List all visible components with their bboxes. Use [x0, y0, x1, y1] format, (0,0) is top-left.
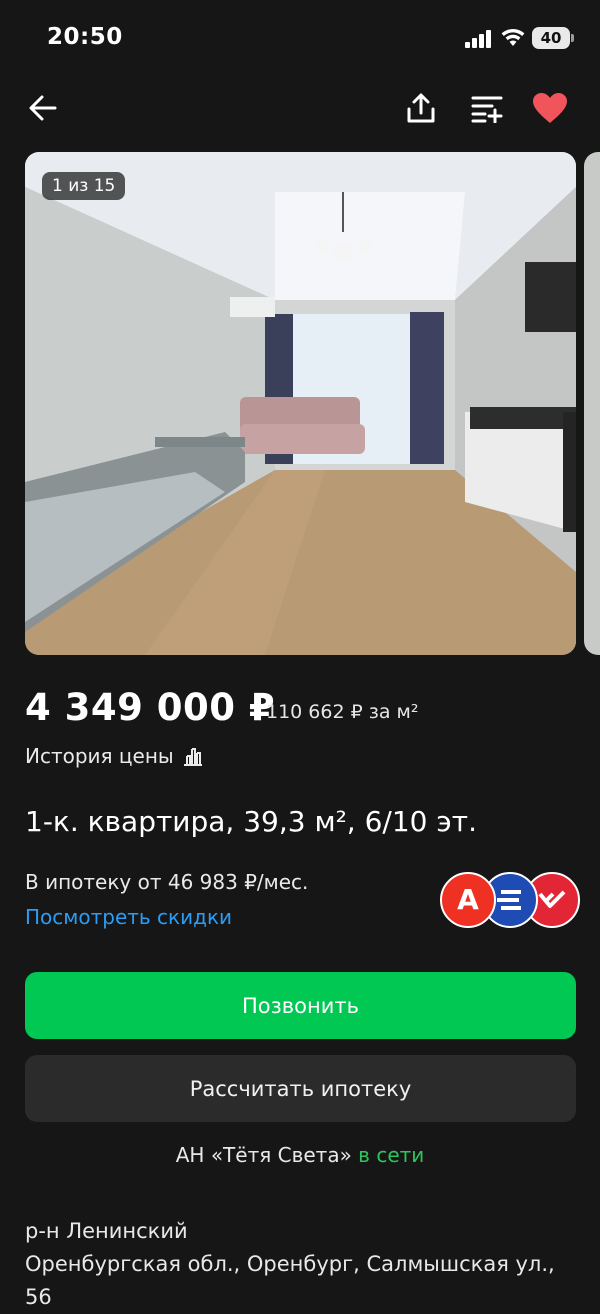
- bar-chart-icon: [183, 748, 202, 766]
- share-button[interactable]: [399, 86, 443, 130]
- photo-gallery[interactable]: 1 из 15: [25, 152, 576, 655]
- bank-logos[interactable]: А: [440, 872, 580, 928]
- online-status: в сети: [358, 1143, 425, 1167]
- cellular-signal-icon: [465, 30, 493, 48]
- address-line: Оренбургская обл., Оренбург, Салмышская …: [25, 1252, 555, 1309]
- top-toolbar: [0, 76, 600, 138]
- address-block: р-н Ленинский Оренбургская обл., Оренбур…: [25, 1215, 585, 1314]
- heart-icon: [533, 93, 567, 123]
- share-icon: [407, 93, 435, 123]
- status-bar: 20:50 40: [0, 0, 600, 76]
- status-time: 20:50: [47, 24, 123, 50]
- back-button[interactable]: [21, 86, 65, 130]
- wifi-icon: [501, 29, 525, 46]
- listing-title: 1-к. квартира, 39,3 м², 6/10 эт.: [25, 805, 477, 838]
- agency-info[interactable]: АН «Тётя Света» в сети: [0, 1143, 600, 1167]
- mortgage-text: В ипотеку от 46 983 ₽/мес.: [25, 870, 309, 894]
- room-photo: [25, 152, 576, 655]
- compare-button[interactable]: [465, 86, 509, 130]
- next-photo-preview[interactable]: [584, 152, 600, 655]
- battery-indicator: 40: [532, 27, 574, 49]
- price-history-label: История цены: [25, 744, 174, 768]
- calculate-mortgage-button[interactable]: Рассчитать ипотеку: [25, 1055, 576, 1122]
- favorite-button[interactable]: [528, 86, 572, 130]
- price-history-link[interactable]: История цены: [25, 744, 204, 768]
- compare-list-icon: [471, 96, 503, 123]
- agency-name: АН «Тётя Света»: [175, 1143, 352, 1167]
- discounts-link[interactable]: Посмотреть скидки: [25, 905, 232, 929]
- alfa-bank-icon: А: [440, 872, 496, 928]
- district: р-н Ленинский: [25, 1219, 188, 1243]
- price-per-m2: 110 662 ₽ за м²: [266, 701, 419, 723]
- price: 4 349 000 ₽: [25, 686, 276, 729]
- alfa-bank-letter: А: [457, 883, 479, 916]
- arrow-left-icon: [29, 95, 57, 121]
- call-button[interactable]: Позвонить: [25, 972, 576, 1039]
- photo-counter: 1 из 15: [42, 172, 126, 200]
